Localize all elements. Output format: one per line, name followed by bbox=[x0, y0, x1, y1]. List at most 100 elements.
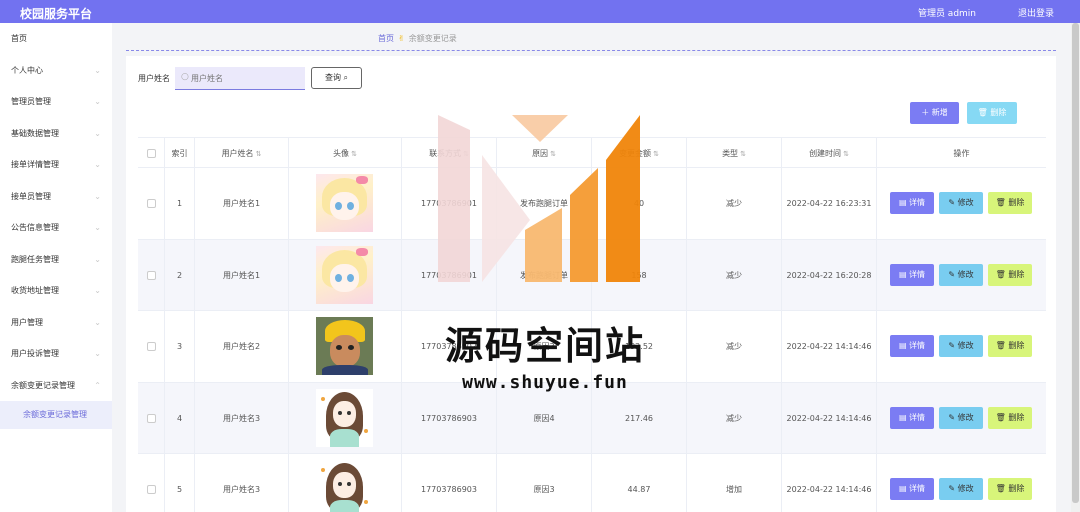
detail-button[interactable]: ▤ 详情 bbox=[890, 192, 934, 214]
main-content: 用户姓名 ○ 查询 ⌕ ＋ 新增 🗑 删除 索引 用户姓名⇅ 头像⇅ 联系方式⇅… bbox=[126, 56, 1056, 512]
row-select-cell bbox=[138, 454, 165, 512]
sidebar-item-label: 公告信息管理 bbox=[11, 223, 59, 232]
header-type[interactable]: 类型 ⇅ bbox=[687, 138, 782, 169]
cell-type: 增加 bbox=[687, 454, 782, 512]
row-checkbox[interactable] bbox=[146, 485, 156, 494]
cell-actions: ▤ 详情 ✎ 修改 🗑 删除 bbox=[877, 383, 1046, 455]
header-label: 头像 bbox=[333, 149, 350, 158]
button-label: 详情 bbox=[909, 412, 926, 422]
delete-button[interactable]: 🗑 删除 bbox=[988, 406, 1032, 429]
sidebar-item-label: 管理员管理 bbox=[11, 97, 51, 106]
sort-icon[interactable]: ⇅ bbox=[463, 150, 469, 158]
cell-index: 1 bbox=[165, 168, 195, 240]
header-avatar[interactable]: 头像 ⇅ bbox=[289, 138, 402, 169]
row-checkbox[interactable] bbox=[146, 199, 156, 208]
chevron-down-icon: ⌄ bbox=[94, 160, 101, 169]
sidebar-item-balance[interactable]: 余额变更记录管理 ⌃ bbox=[0, 370, 112, 402]
chevron-down-icon: ⌄ bbox=[94, 317, 101, 327]
top-bar: 校园服务平台 管理员 admin 退出登录 bbox=[0, 0, 1080, 23]
sidebar-item-users[interactable]: 用户管理 ⌄ bbox=[0, 307, 112, 339]
cell-index: 3 bbox=[165, 311, 195, 383]
search-icon: ○ bbox=[181, 72, 189, 82]
row-checkbox[interactable] bbox=[146, 270, 156, 280]
row-select-cell bbox=[138, 168, 165, 240]
chevron-down-icon: ⌄ bbox=[94, 254, 101, 264]
page-scrollbar[interactable] bbox=[1071, 23, 1080, 512]
breadcrumb-separator-icon: ✌ bbox=[398, 34, 405, 43]
chevron-down-icon: ⌄ bbox=[94, 128, 101, 138]
sort-icon[interactable]: ⇅ bbox=[653, 150, 659, 158]
cell-amount: 158 bbox=[592, 239, 687, 311]
detail-button[interactable]: ▤ 详情 bbox=[890, 335, 934, 357]
sidebar-item-orders[interactable]: 接单详情管理 ⌄ bbox=[0, 149, 112, 181]
sidebar-item-complaints[interactable]: 用户投诉管理 ⌄ bbox=[0, 338, 112, 370]
header-actions: 操作 bbox=[877, 138, 1046, 169]
edit-button[interactable]: ✎ 修改 bbox=[939, 406, 983, 429]
button-label: 删除 bbox=[1008, 484, 1025, 493]
logout-link[interactable]: 退出登录 bbox=[1018, 6, 1054, 19]
sort-icon[interactable]: ⇅ bbox=[843, 150, 849, 158]
chevron-down-icon: ⌄ bbox=[94, 97, 101, 106]
cell-actions: ▤ 详情 ✎ 修改 🗑 删除 bbox=[877, 311, 1046, 383]
sidebar-item-notices[interactable]: 公告信息管理 ⌄ bbox=[0, 212, 112, 244]
breadcrumb-home[interactable]: 首页 bbox=[378, 34, 394, 43]
sidebar-item-basedata[interactable]: 基础数据管理 ⌄ bbox=[0, 118, 112, 150]
search-input[interactable] bbox=[191, 70, 301, 86]
header-index: 索引 bbox=[165, 138, 195, 169]
header-reason[interactable]: 原因 ⇅ bbox=[497, 138, 592, 169]
delete-button[interactable]: 🗑 删除 bbox=[988, 263, 1032, 286]
header-label: 索引 bbox=[171, 149, 188, 158]
avatar bbox=[316, 460, 373, 512]
header-select-all[interactable] bbox=[138, 138, 165, 169]
search-label: 用户姓名 bbox=[138, 74, 170, 83]
sidebar-item-label: 基础数据管理 bbox=[11, 128, 59, 138]
search-button[interactable]: 查询 ⌕ bbox=[311, 67, 362, 89]
row-checkbox[interactable] bbox=[146, 342, 156, 351]
cell-phone: 17703786901 bbox=[402, 168, 497, 240]
cell-amount: 40 bbox=[592, 168, 687, 240]
header-phone[interactable]: 联系方式 ⇅ bbox=[402, 138, 497, 169]
sort-icon[interactable]: ⇅ bbox=[550, 150, 556, 158]
delete-button[interactable]: 🗑 删除 bbox=[988, 478, 1032, 500]
scrollbar-thumb[interactable] bbox=[1072, 23, 1079, 503]
header-amount[interactable]: 变更金额 ⇅ bbox=[592, 138, 687, 169]
edit-button[interactable]: ✎ 修改 bbox=[939, 192, 983, 214]
sidebar-item-couriers[interactable]: 接单员管理 ⌄ bbox=[0, 181, 112, 213]
header-created[interactable]: 创建时间 ⇅ bbox=[782, 138, 877, 169]
cell-actions: ▤ 详情 ✎ 修改 🗑 删除 bbox=[877, 168, 1046, 240]
batch-delete-button[interactable]: 🗑 删除 bbox=[967, 102, 1017, 124]
button-label: 修改 bbox=[957, 269, 974, 279]
sidebar-item-admins[interactable]: 管理员管理 ⌄ bbox=[0, 86, 112, 118]
sidebar-item-label: 用户管理 bbox=[11, 317, 43, 327]
edit-button[interactable]: ✎ 修改 bbox=[939, 263, 983, 286]
delete-button[interactable]: 🗑 删除 bbox=[988, 192, 1032, 214]
sidebar-item-label: 首页 bbox=[11, 34, 27, 43]
app-title: 校园服务平台 bbox=[20, 7, 93, 21]
select-all-checkbox[interactable] bbox=[146, 149, 156, 158]
sidebar-item-home[interactable]: 首页 bbox=[0, 23, 112, 55]
delete-button[interactable]: 🗑 删除 bbox=[988, 335, 1032, 357]
cell-created: 2022-04-22 16:20:28 bbox=[782, 239, 877, 311]
avatar bbox=[316, 317, 373, 375]
sort-icon[interactable]: ⇅ bbox=[256, 150, 262, 158]
button-label: 修改 bbox=[957, 412, 974, 422]
button-label: 修改 bbox=[957, 341, 974, 350]
header-label: 联系方式 bbox=[429, 149, 462, 158]
detail-button[interactable]: ▤ 详情 bbox=[890, 406, 934, 429]
sidebar-subitem-balance-records[interactable]: 余额变更记录管理 bbox=[0, 401, 112, 429]
sort-icon[interactable]: ⇅ bbox=[740, 150, 746, 158]
detail-button[interactable]: ▤ 详情 bbox=[890, 263, 934, 286]
header-name[interactable]: 用户姓名 ⇅ bbox=[195, 138, 289, 169]
row-checkbox[interactable] bbox=[146, 413, 156, 423]
edit-button[interactable]: ✎ 修改 bbox=[939, 335, 983, 357]
sidebar-item-addresses[interactable]: 收货地址管理 ⌄ bbox=[0, 275, 112, 307]
sort-icon[interactable]: ⇅ bbox=[351, 150, 357, 158]
edit-button[interactable]: ✎ 修改 bbox=[939, 478, 983, 500]
sidebar-item-profile[interactable]: 个人中心 ⌄ bbox=[0, 55, 112, 87]
button-label: 修改 bbox=[957, 484, 974, 493]
detail-button[interactable]: ▤ 详情 bbox=[890, 478, 934, 500]
sidebar-item-tasks[interactable]: 跑腿任务管理 ⌄ bbox=[0, 244, 112, 276]
cell-phone: 17703786901 bbox=[402, 239, 497, 311]
add-button[interactable]: ＋ 新增 bbox=[910, 102, 959, 124]
button-label: 详情 bbox=[909, 269, 926, 279]
